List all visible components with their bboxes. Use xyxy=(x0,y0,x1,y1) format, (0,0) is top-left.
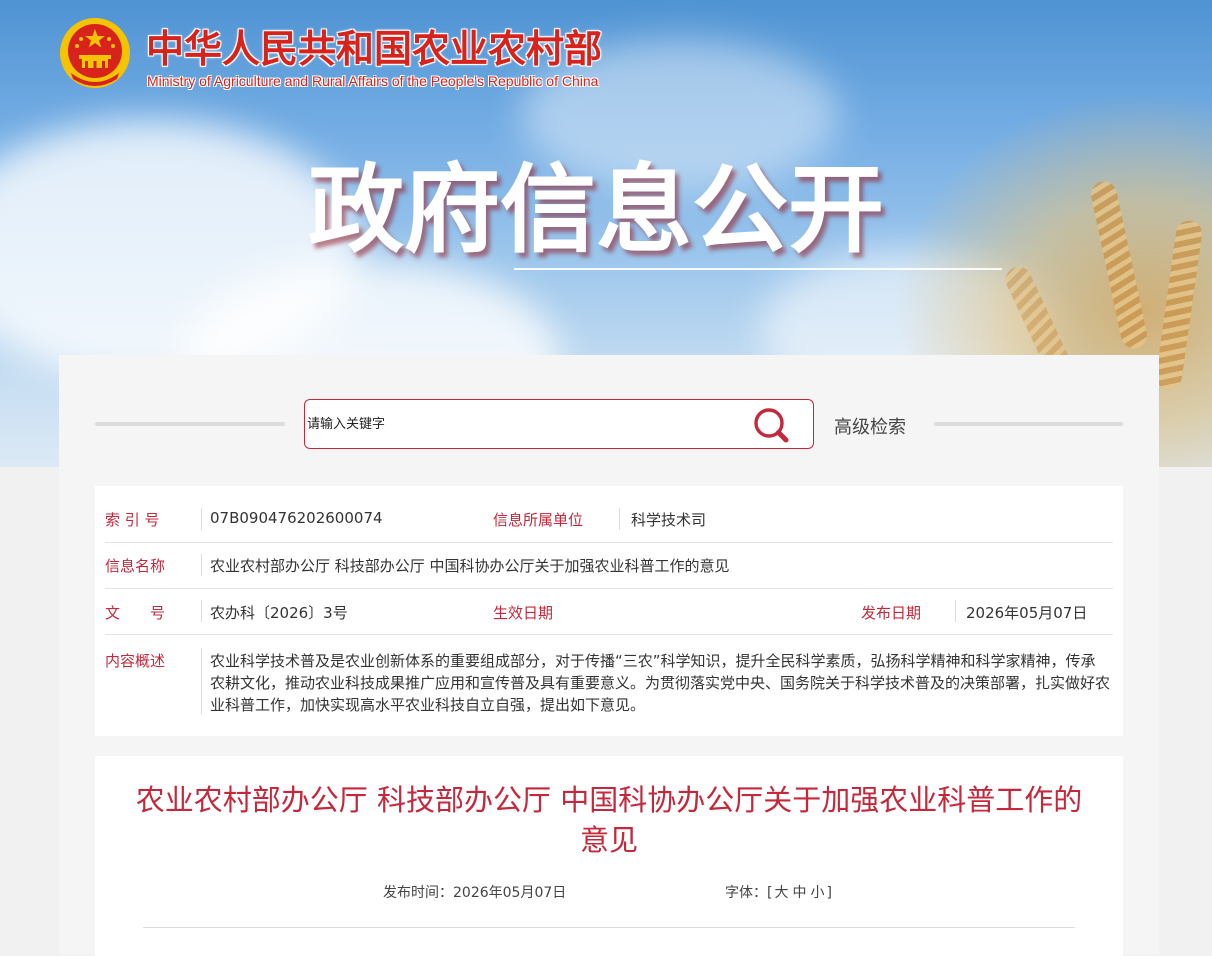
publish-date-label: 发布日期 xyxy=(861,604,922,622)
site-title-english: Ministry of Agriculture and Rural Affair… xyxy=(147,73,599,89)
effective-date-label: 生效日期 xyxy=(493,604,554,622)
index-value: 07B090476202600074 xyxy=(210,509,383,527)
publish-time-value: 2026年05月07日 xyxy=(453,885,567,901)
info-row-name: 信息名称 农业农村部办公厅 科技部办公厅 中国科协办公厅关于加强农业科普工作的意… xyxy=(105,542,1113,589)
font-bracket: ] xyxy=(826,885,832,901)
column-separator xyxy=(955,600,956,622)
docno-label: 文 号 xyxy=(105,604,166,622)
unit-label: 信息所属单位 xyxy=(493,511,584,529)
search-decor-line xyxy=(95,422,285,426)
search-button[interactable] xyxy=(751,406,793,444)
publish-time-label: 发布时间： xyxy=(383,885,453,901)
column-separator xyxy=(201,554,202,576)
font-size-controls: 字体：[大中小] xyxy=(725,882,832,902)
article-title: 农业农村部办公厅 科技部办公厅 中国科协办公厅关于加强农业科普工作的意见 xyxy=(135,783,1083,857)
font-size-label: 字体： xyxy=(725,885,767,901)
article-section: 农业农村部办公厅 科技部办公厅 中国科协办公厅关于加强农业科普工作的意见 发布时… xyxy=(95,756,1123,956)
index-label: 索 引 号 xyxy=(105,511,160,529)
search-decor-line xyxy=(934,422,1123,426)
hero-divider xyxy=(514,268,1002,270)
site-title[interactable]: 中华人民共和国农业农村部 xyxy=(146,18,602,73)
name-value: 农业农村部办公厅 科技部办公厅 中国科协办公厅关于加强农业科普工作的意见 xyxy=(210,557,730,575)
info-row-docno: 文 号 农办科〔2026〕3号 生效日期 发布日期 2026年05月07日 xyxy=(105,588,1113,635)
hero-title: 政府信息公开 xyxy=(308,154,884,266)
article-publish-time: 发布时间：2026年05月07日 xyxy=(383,882,566,902)
name-label: 信息名称 xyxy=(105,557,166,575)
font-small-button[interactable]: 小 xyxy=(808,885,826,901)
search-box xyxy=(304,399,814,449)
column-separator xyxy=(201,648,202,714)
search-input[interactable] xyxy=(305,400,737,448)
column-separator xyxy=(201,600,202,622)
publish-date-value: 2026年05月07日 xyxy=(966,604,1088,622)
info-table: 索 引 号 07B090476202600074 信息所属单位 科学技术司 信息… xyxy=(95,486,1123,736)
unit-value: 科学技术司 xyxy=(631,511,707,529)
column-separator xyxy=(201,508,202,530)
search-icon xyxy=(754,408,789,443)
docno-value: 农办科〔2026〕3号 xyxy=(210,604,348,622)
summary-value: 农业科学技术普及是农业创新体系的重要组成部分，对于传播“三农”科学知识，提升全民… xyxy=(210,652,1111,714)
font-large-button[interactable]: 大 xyxy=(772,885,790,901)
summary-label: 内容概述 xyxy=(105,652,166,670)
advanced-search-link[interactable]: 高级检索 xyxy=(834,413,906,439)
national-emblem-icon xyxy=(60,18,130,88)
font-medium-button[interactable]: 中 xyxy=(790,885,808,901)
info-row-index: 索 引 号 07B090476202600074 信息所属单位 科学技术司 xyxy=(105,496,1113,543)
column-separator xyxy=(619,508,620,530)
article-divider xyxy=(143,927,1075,928)
